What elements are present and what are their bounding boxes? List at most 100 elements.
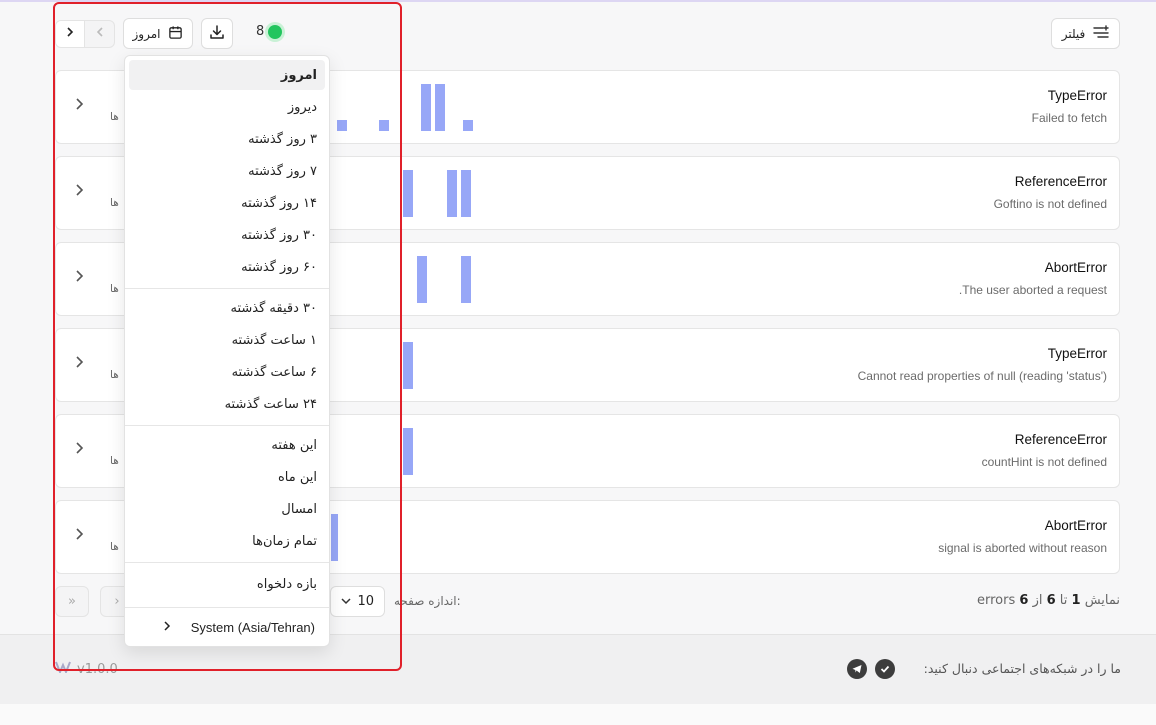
- live-dot-icon: [268, 24, 283, 39]
- timezone-selector[interactable]: System (Asia/Tehran): [129, 612, 325, 642]
- error-message: Failed to fetch: [1031, 111, 1107, 125]
- range-of-word: از: [1032, 593, 1043, 608]
- chevron-right-icon[interactable]: [74, 183, 84, 201]
- version-label: v1.0.0: [55, 661, 118, 677]
- nav-prev-button[interactable]: [85, 21, 114, 47]
- events-label: ها: [110, 111, 119, 123]
- events-label: ها: [110, 369, 119, 381]
- calendar-icon: [168, 25, 183, 43]
- chart-bar: [331, 514, 338, 561]
- nav-next-button[interactable]: [56, 21, 85, 47]
- page-size-label: اندازه صفحه:: [394, 594, 461, 608]
- date-range-label: امروز: [132, 26, 161, 41]
- verified-social-icon[interactable]: [875, 659, 895, 679]
- error-message: Goftino is not defined: [993, 197, 1107, 211]
- menu-item-1-hour[interactable]: ۱ ساعت گذشته: [129, 325, 325, 355]
- menu-item-3-days[interactable]: ۳ روز گذشته: [129, 124, 325, 154]
- chart-bar: [337, 120, 347, 131]
- chart-bar: [403, 170, 413, 217]
- chart-bar: [461, 256, 471, 303]
- error-message: signal is aborted without reason: [938, 541, 1107, 555]
- chevron-left-icon: [95, 26, 105, 42]
- chart-bar: [447, 170, 457, 217]
- chevron-left-icon: [163, 620, 171, 635]
- chevron-right-icon[interactable]: [74, 527, 84, 545]
- date-range-button[interactable]: امروز: [123, 18, 193, 49]
- download-button[interactable]: [201, 18, 233, 49]
- events-label: ها: [110, 197, 119, 209]
- events-label: ها: [110, 283, 119, 295]
- range-unit: errors: [976, 593, 1016, 608]
- live-indicator: 8: [256, 24, 283, 39]
- error-title: AbortError: [1044, 260, 1107, 275]
- menu-item-14-days[interactable]: ۱۴ روز گذشته: [129, 188, 325, 218]
- error-title: ReferenceError: [1014, 174, 1107, 189]
- menu-item-60-days[interactable]: ۶۰ روز گذشته: [129, 252, 325, 282]
- menu-item-30-minutes[interactable]: ۳۰ دقیقه گذشته: [129, 293, 325, 323]
- menu-divider: [125, 288, 329, 289]
- menu-item-6-hours[interactable]: ۶ ساعت گذشته: [129, 357, 325, 387]
- menu-divider: [125, 562, 329, 563]
- filter-icon: [1093, 25, 1109, 42]
- chart-bar: [403, 342, 413, 389]
- chart-bar: [403, 428, 413, 475]
- menu-item-this-year[interactable]: امسال: [129, 494, 325, 524]
- timezone-label: System (Asia/Tehran): [190, 619, 315, 635]
- download-icon: [209, 24, 225, 43]
- range-prefix: نمایش: [1084, 593, 1120, 608]
- chevron-right-icon: [65, 26, 75, 42]
- error-title: TypeError: [1047, 88, 1107, 103]
- menu-divider: [125, 607, 329, 608]
- chevron-right-icon[interactable]: [74, 441, 84, 459]
- events-label: ها: [110, 455, 119, 467]
- menu-item-yesterday[interactable]: دیروز: [129, 92, 325, 122]
- range-total: 6: [1019, 593, 1029, 608]
- error-title: ReferenceError: [1014, 432, 1107, 447]
- menu-item-this-month[interactable]: این ماه: [129, 462, 325, 492]
- chart-bar: [421, 84, 431, 131]
- first-page-button[interactable]: »: [55, 586, 89, 617]
- chart-bar: [417, 256, 427, 303]
- menu-divider: [125, 425, 329, 426]
- menu-item-today[interactable]: امروز: [129, 60, 325, 90]
- error-title: TypeError: [1047, 346, 1107, 361]
- error-title: AbortError: [1044, 518, 1107, 533]
- time-navigation: [55, 20, 115, 48]
- live-count: 8: [256, 24, 265, 39]
- menu-item-all-time[interactable]: تمام زمان‌ها: [129, 526, 325, 556]
- menu-item-7-days[interactable]: ۷ روز گذشته: [129, 156, 325, 186]
- error-message: countHint is not defined: [981, 455, 1107, 469]
- menu-item-24-hours[interactable]: ۲۴ ساعت گذشته: [129, 389, 325, 419]
- chart-bar: [463, 120, 473, 131]
- chevron-right-icon[interactable]: [74, 269, 84, 287]
- page-size-value: 10: [357, 594, 374, 609]
- menu-item-this-week[interactable]: این هفته: [129, 430, 325, 460]
- double-chevron-icon: »: [68, 594, 76, 609]
- page-size-select[interactable]: 10: [330, 586, 385, 617]
- chevron-right-icon[interactable]: [74, 97, 84, 115]
- chevron-right-icon[interactable]: [74, 355, 84, 373]
- filter-button[interactable]: فیلتر: [1051, 18, 1120, 49]
- chevron-down-icon: [341, 594, 351, 609]
- chart-bar: [461, 170, 471, 217]
- chart-bar: [435, 84, 445, 131]
- version-text: v1.0.0: [77, 661, 118, 677]
- top-border: [0, 0, 1156, 2]
- menu-item-30-days[interactable]: ۳۰ روز گذشته: [129, 220, 325, 250]
- filter-label: فیلتر: [1061, 26, 1086, 41]
- bottom-strip: [0, 704, 1156, 725]
- error-message: Cannot read properties of null (reading …: [857, 369, 1107, 383]
- follow-us-text: ما را در شبکه‌های اجتماعی دنبال کنید:: [923, 661, 1121, 676]
- range-summary: نمایش 1 تا 6 از 6 errors: [977, 593, 1120, 608]
- logo-icon: [55, 661, 71, 677]
- chart-bar: [379, 120, 389, 131]
- events-label: ها: [110, 541, 119, 553]
- telegram-icon[interactable]: [847, 659, 867, 679]
- chevron-icon: ›: [114, 594, 120, 609]
- error-message: .The user aborted a request: [958, 283, 1107, 297]
- range-to: 6: [1046, 593, 1056, 608]
- date-range-menu: امروز دیروز ۳ روز گذشته ۷ روز گذشته ۱۴ ر…: [124, 55, 330, 647]
- menu-item-custom-range[interactable]: بازه دلخواه: [129, 569, 325, 599]
- range-to-word: تا: [1059, 593, 1068, 608]
- range-from: 1: [1071, 593, 1081, 608]
